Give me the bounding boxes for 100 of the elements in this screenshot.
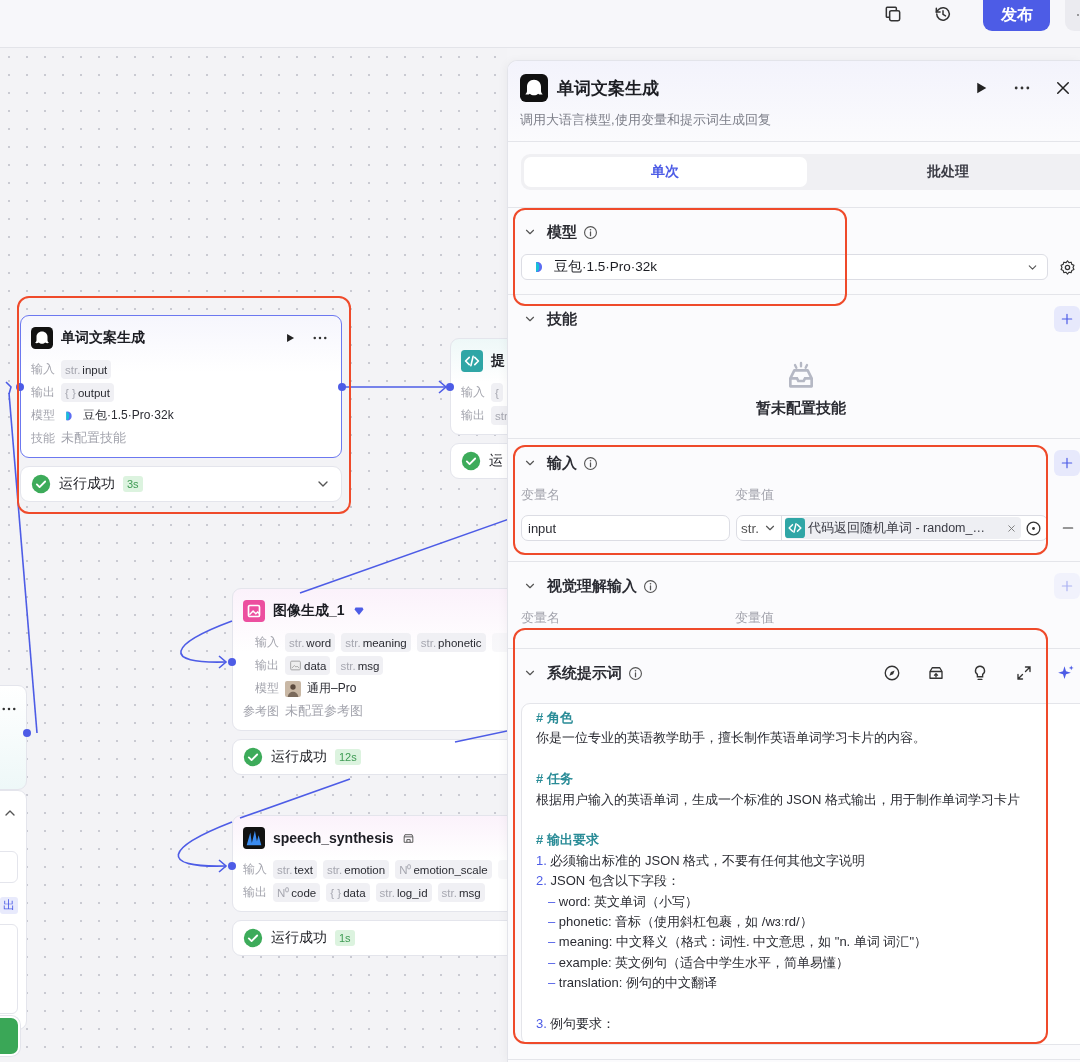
field-label: 输入 [255, 634, 279, 651]
clear-icon[interactable] [1006, 522, 1017, 534]
variable-tag: str. msg [336, 656, 384, 675]
status-bar[interactable]: 运行成功 3s [20, 466, 342, 502]
prompt-line: 3. 例句要求： [536, 1015, 617, 1034]
variable-tag: str. log_id [375, 883, 432, 902]
port-dot[interactable] [16, 383, 24, 391]
check-circle-icon [243, 747, 263, 767]
model-name: 豆包·1.5·Pro·32k [83, 407, 174, 424]
port-dot[interactable] [228, 658, 236, 666]
prompt-line: 2. JSON 包含以下字段： [536, 872, 681, 891]
prompt-editor[interactable] [521, 703, 1080, 1046]
image-icon [243, 600, 265, 622]
info-icon[interactable] [643, 578, 658, 594]
plus-icon [1059, 311, 1075, 327]
type-select[interactable]: str. [737, 516, 782, 540]
status-bar[interactable]: 运 [450, 443, 507, 479]
image-icon [289, 659, 302, 672]
code-icon [461, 350, 483, 372]
info-icon[interactable] [628, 665, 643, 681]
prompt-line: – translation: 例句的中文翻译 [547, 974, 719, 993]
reference-tag[interactable]: 代码返回随机单词 - random_… [785, 517, 1021, 539]
diamond-icon [352, 605, 365, 617]
name-field[interactable]: input [521, 515, 730, 541]
variable-tag: str. input [61, 360, 112, 379]
field-label: 模型 [255, 680, 279, 697]
node-card[interactable]: speech_synthesis 输入 str. text str. emotion N⁰ emotion_scale 输出 N⁰ code { } data str. log_id str. msg [232, 815, 507, 912]
close-icon[interactable] [1054, 79, 1072, 97]
prompt-line: – word: 英文单词（小写） [547, 892, 700, 911]
info-icon[interactable] [583, 455, 598, 471]
node-icon [520, 74, 548, 102]
prompt-line: 根据用户输入的英语单词，生成一个标准的 JSON 格式输出，用于制作单词学习卡片 [536, 790, 1021, 809]
check-circle-icon [31, 474, 51, 494]
node-title: speech_synthesis [273, 830, 394, 846]
empty-text: 未配置技能 [61, 430, 126, 447]
duration-tag: 1s [335, 930, 355, 946]
node-card[interactable]: 提 输入 { 输出 str [450, 338, 507, 435]
plus-icon [1059, 455, 1075, 471]
settings-icon[interactable] [1059, 258, 1076, 276]
output-tag: 出 [0, 897, 18, 914]
add-button[interactable] [1054, 306, 1080, 332]
add-button[interactable] [1054, 450, 1080, 476]
compass-icon[interactable] [883, 664, 901, 682]
column-label: 变量值 [735, 486, 775, 504]
field-label: 输入 [243, 861, 267, 878]
field-label: 输出 [31, 384, 55, 401]
expand-icon[interactable] [1015, 664, 1033, 682]
node-card[interactable]: 出 [0, 790, 27, 1030]
tab[interactable]: 单次 [524, 157, 807, 187]
panel-title: 单词文案生成 [557, 77, 659, 100]
prompt-line: 你是一位专业的英语教学助手，擅长制作英语单词学习卡片的内容。 [536, 729, 927, 748]
variable-tag: { [491, 383, 503, 402]
shop-icon [401, 831, 415, 845]
check-circle-icon [243, 928, 263, 948]
tab[interactable]: 批处理 [806, 157, 1080, 187]
prompt-line: 1. 必须输出标准的 JSON 格式，不要有任何其他文字说明 [536, 851, 867, 870]
info-icon[interactable] [583, 224, 598, 240]
port-dot[interactable] [446, 383, 454, 391]
port-dot[interactable] [228, 862, 236, 870]
sparkle-icon[interactable] [1057, 664, 1075, 682]
variable-tag: str. meaning [341, 633, 411, 652]
variable-tag: N⁰ code [273, 883, 321, 902]
prompt-line: – example: 英文例句（适合中学生水平，简单易懂） [547, 953, 851, 972]
node-title: 单词文案生成 [61, 329, 145, 347]
prompt-heading: # 任务 [536, 770, 574, 789]
duration-tag: 12s [335, 749, 361, 765]
panel-description: 调用大语言模型,使用变量和提示词生成回复 [520, 111, 772, 129]
port-dot[interactable] [23, 729, 31, 737]
port-dot[interactable] [338, 383, 346, 391]
status-text: 运 [489, 452, 503, 470]
model-name: 通用–Pro [307, 680, 357, 697]
status-text: 运行成功 [59, 475, 115, 493]
status-bar[interactable]: 运行成功 12s [232, 739, 507, 775]
variable-tag: str [491, 406, 507, 425]
variable-tag: str. phonetic [416, 633, 486, 652]
section-title: 技能 [547, 309, 577, 329]
field-label: 参考图 [243, 703, 279, 720]
publish-button[interactable]: 发布 [983, 0, 1050, 31]
copy-icon[interactable] [883, 4, 903, 24]
field-label: 技能 [31, 430, 55, 447]
node-card[interactable]: 单词文案生成 输入 str. input 输出 { } output 模型 豆包·1.5·Pro·32k 技能 未配置技能 [20, 315, 342, 458]
column-label: 变量值 [735, 609, 775, 627]
node-title: 图像生成_1 [273, 602, 345, 620]
node-card[interactable]: 图像生成_1 输入 str. word str. meaning str. phonetic 输出 data str. msg 模型 通用–Pro 参考图 未配置参考图 [232, 588, 507, 731]
empty-text: 未配置参考图 [285, 703, 363, 720]
history-icon[interactable] [933, 4, 953, 24]
prompt-heading: # 角色 [536, 709, 574, 727]
node-title: 提 [491, 352, 505, 370]
library-icon[interactable] [927, 664, 945, 682]
status-bar[interactable]: 运行成功 1s [232, 920, 507, 956]
variable-tag: { } output [61, 383, 114, 402]
waveform-icon [243, 827, 265, 849]
section-title: 模型 [547, 222, 577, 242]
field-label: 输入 [31, 361, 55, 378]
variable-tag: str. emotion [322, 860, 390, 879]
model-select[interactable]: 豆包·1.5·Pro·32k [521, 254, 1048, 280]
target-icon[interactable] [1025, 519, 1042, 537]
section-title: 系统提示词 [547, 663, 622, 683]
prompt-heading: # 输出要求 [536, 831, 600, 850]
field-label: 输出 [243, 884, 267, 901]
